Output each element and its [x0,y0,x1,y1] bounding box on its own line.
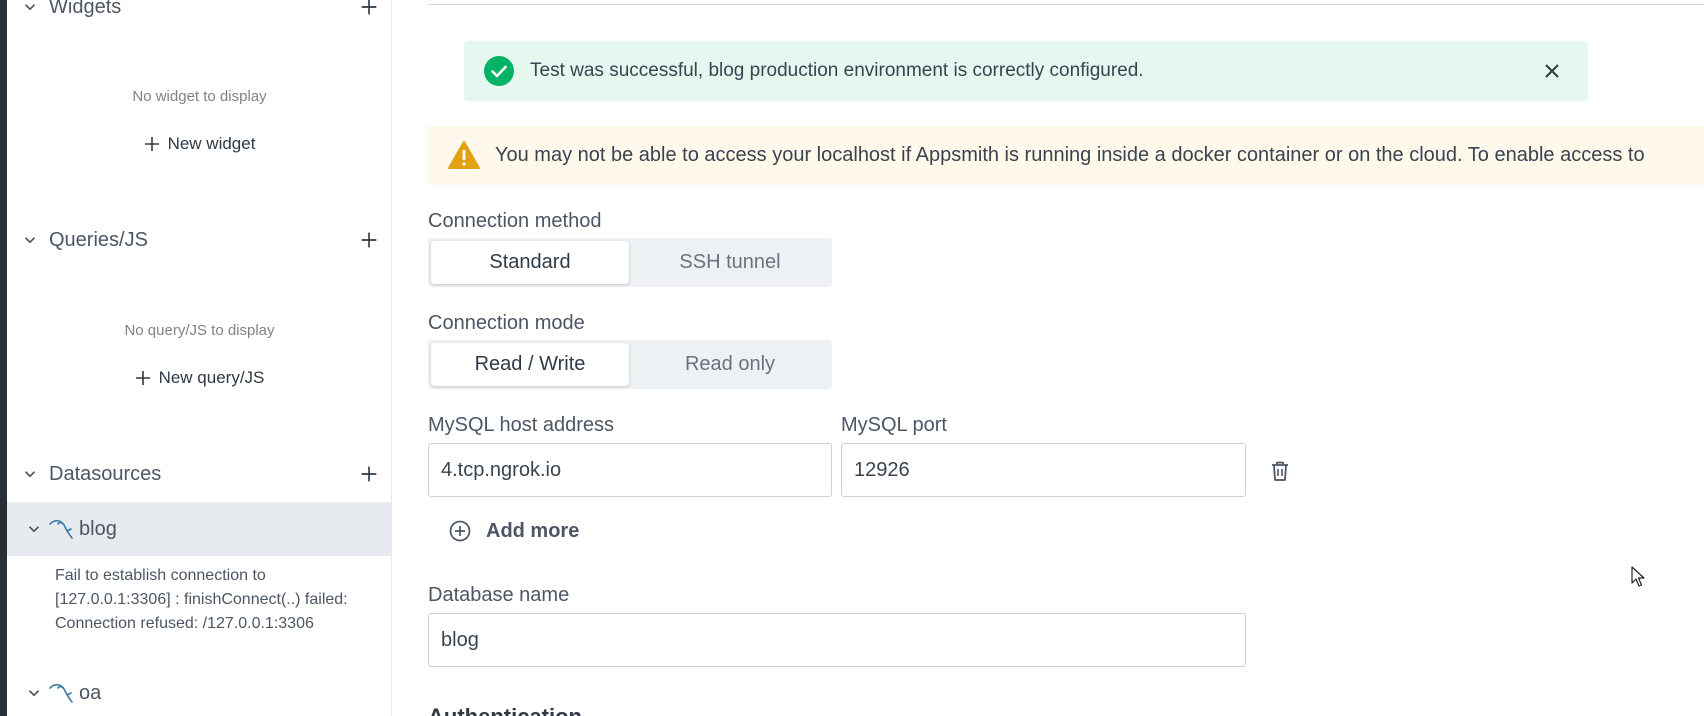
queries-empty-text: No query/JS to display [124,322,275,339]
datasources-section-title: Datasources [49,462,162,485]
add-circle-icon [449,520,471,542]
mouse-cursor-icon [1631,566,1645,587]
warning-icon [448,141,480,169]
datasource-editor: Test was successful, blog production env… [393,0,1704,716]
datasource-name: blog [79,517,117,540]
datasource-name: oa [79,681,102,704]
check-circle-icon [484,56,514,86]
chevron-down-icon[interactable] [21,465,39,483]
trash-icon[interactable] [1268,459,1292,483]
plus-icon [135,371,150,385]
widgets-section-header[interactable]: Widgets [7,0,391,25]
chevron-down-icon[interactable] [21,231,39,249]
add-more-label: Add more [486,519,580,542]
divider [428,4,1704,5]
add-more-button[interactable]: Add more [448,518,579,544]
plus-icon [144,137,159,151]
new-widget-button[interactable]: New widget [7,134,391,154]
database-name-input[interactable]: blog [428,613,1246,667]
mysql-dolphin-icon [49,519,73,539]
close-icon[interactable] [1542,61,1562,81]
authentication-heading: Authentication [428,704,582,716]
queries-section-title: Queries/JS [49,228,148,251]
datasource-item-blog[interactable]: blog [7,502,391,556]
new-widget-label: New widget [167,134,256,153]
connection-mode-label: Connection mode [428,312,585,334]
window-edge [0,0,7,716]
connection-method-selector: Standard SSH tunnel [428,238,832,287]
option-read-write[interactable]: Read / Write [431,343,629,386]
add-widget-icon[interactable] [358,0,380,18]
chevron-down-icon[interactable] [21,0,39,16]
warning-message: You may not be able to access your local… [495,144,1645,166]
chevron-down-icon[interactable] [25,684,43,702]
new-query-label: New query/JS [158,368,265,387]
option-ssh-tunnel[interactable]: SSH tunnel [631,241,829,284]
database-name-label: Database name [428,584,570,606]
widgets-section-title: Widgets [49,0,122,18]
option-read-only[interactable]: Read only [631,343,829,386]
new-query-button[interactable]: New query/JS [7,368,391,388]
port-input[interactable]: 12926 [841,443,1246,497]
queries-section-header[interactable]: Queries/JS [7,222,391,258]
datasource-error-message: Fail to establish connection to [127.0.0… [55,567,348,632]
mysql-dolphin-icon [49,683,73,703]
host-address-input[interactable]: 4.tcp.ngrok.io [428,443,832,497]
add-datasource-icon[interactable] [358,463,380,485]
toast-message: Test was successful, blog production env… [530,60,1144,81]
option-standard[interactable]: Standard [431,241,629,284]
connection-method-label: Connection method [428,210,602,232]
port-label: MySQL port [841,414,947,436]
success-toast: Test was successful, blog production env… [464,41,1588,101]
datasource-item-oa[interactable]: oa [7,666,391,716]
connection-mode-selector: Read / Write Read only [428,340,832,389]
host-address-label: MySQL host address [428,414,615,436]
explorer-sidebar: Widgets No widget to display New widget … [7,0,392,716]
widgets-empty-text: No widget to display [132,88,267,105]
chevron-down-icon[interactable] [25,520,43,538]
datasources-section-header[interactable]: Datasources [7,456,391,492]
add-query-icon[interactable] [358,229,380,251]
localhost-warning-banner: You may not be able to access your local… [428,126,1704,185]
